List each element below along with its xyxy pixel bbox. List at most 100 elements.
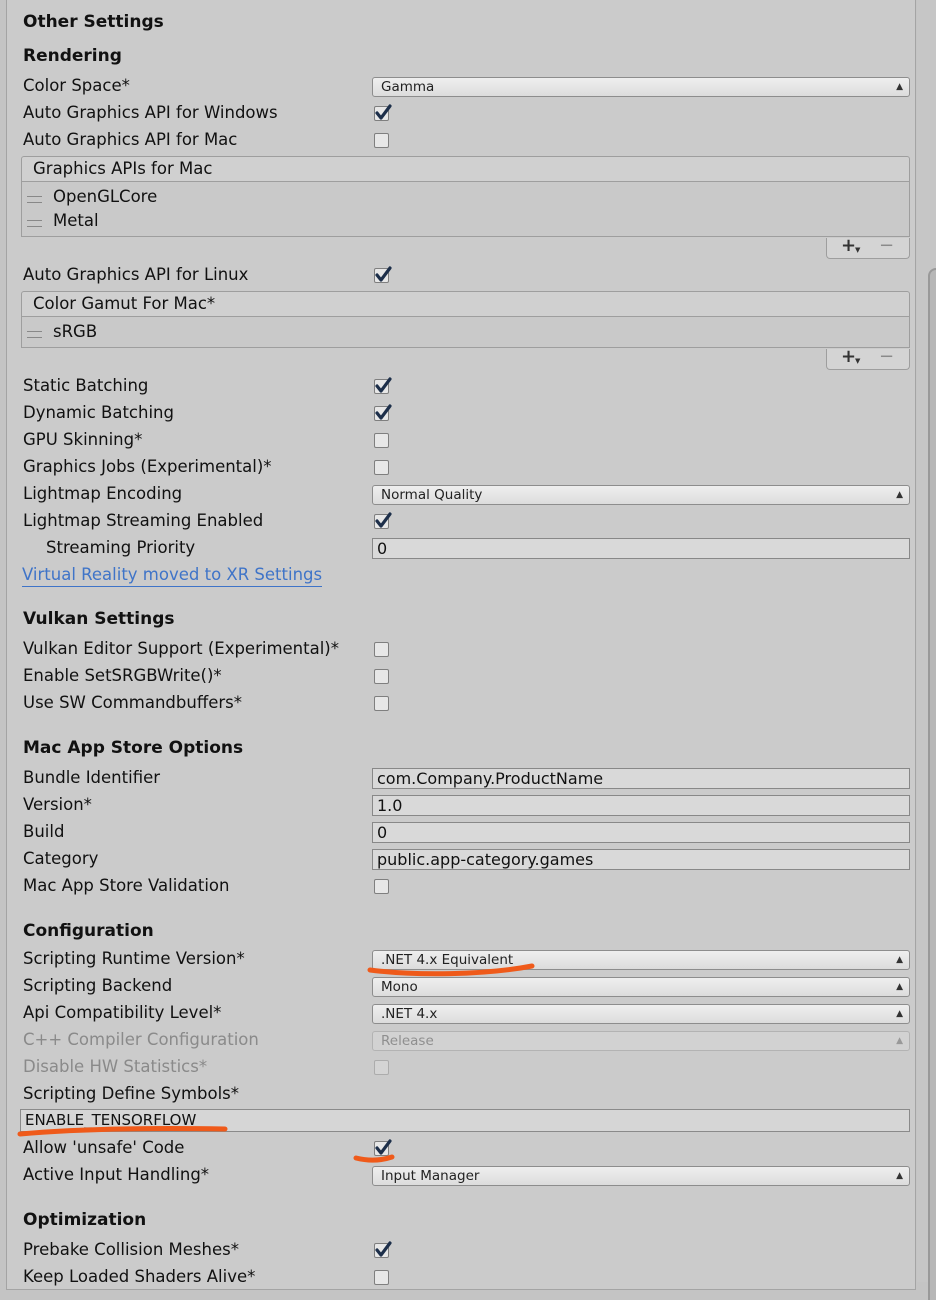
add-icon[interactable]: +: [841, 346, 856, 367]
auto-api-mac-label: Auto Graphics API for Mac: [23, 130, 238, 149]
dynamic-batching-checkbox[interactable]: [374, 404, 392, 421]
static-batching-label: Static Batching: [23, 376, 149, 395]
checkmark-icon: [375, 512, 392, 528]
mac-app-store-section-title: Mac App Store Options: [23, 738, 244, 758]
version-label: Version*: [23, 795, 92, 814]
vulkan-editor-support-label: Vulkan Editor Support (Experimental)*: [23, 639, 339, 658]
scripting-backend-value: Mono: [381, 979, 418, 995]
mac-app-store-validation-checkbox[interactable]: [374, 879, 389, 894]
remove-icon[interactable]: −: [879, 235, 894, 256]
dropdown-arrow-icon: ▲: [896, 982, 903, 992]
configuration-section-title: Configuration: [23, 921, 154, 941]
scripting-runtime-label: Scripting Runtime Version*: [23, 949, 245, 968]
auto-api-linux-checkbox[interactable]: [374, 266, 392, 283]
dropdown-arrow-icon: ▲: [896, 955, 903, 965]
chevron-down-icon: ▼: [855, 246, 861, 254]
streaming-priority-field[interactable]: 0: [372, 538, 910, 559]
graphics-apis-mac-header: Graphics APIs for Mac: [21, 156, 910, 182]
checkmark-icon: [375, 377, 392, 393]
prebake-collision-checkbox[interactable]: [374, 1241, 392, 1258]
list-item[interactable]: OpenGLCore: [53, 187, 157, 207]
other-settings-title: Other Settings: [23, 12, 164, 32]
gpu-skinning-checkbox[interactable]: [374, 433, 389, 448]
chevron-down-icon: ▼: [855, 357, 861, 365]
define-symbols-field[interactable]: ENABLE_TENSORFLOW: [20, 1109, 910, 1132]
disable-hw-stats-label: Disable HW Statistics*: [23, 1057, 208, 1076]
auto-api-mac-checkbox[interactable]: [374, 133, 389, 148]
checkmark-icon: [375, 404, 392, 420]
set-srgb-write-checkbox[interactable]: [374, 669, 389, 684]
scripting-runtime-dropdown[interactable]: .NET 4.x Equivalent ▲: [372, 950, 910, 970]
define-symbols-label: Scripting Define Symbols*: [23, 1084, 240, 1103]
scripting-backend-dropdown[interactable]: Mono ▲: [372, 977, 910, 997]
list-item[interactable]: sRGB: [53, 322, 97, 342]
graphics-jobs-checkbox[interactable]: [374, 460, 389, 475]
input-handling-value: Input Manager: [381, 1168, 480, 1184]
dropdown-arrow-icon: ▲: [896, 1171, 903, 1181]
vulkan-editor-support-checkbox[interactable]: [374, 642, 389, 657]
build-label: Build: [23, 822, 65, 841]
bundle-identifier-label: Bundle Identifier: [23, 768, 161, 787]
cpp-compiler-dropdown: Release ▲: [372, 1031, 910, 1051]
color-gamut-mac-list: [21, 317, 910, 348]
keep-shaders-checkbox[interactable]: [374, 1270, 389, 1285]
checkmark-icon: [375, 1139, 392, 1155]
auto-api-windows-checkbox[interactable]: [374, 104, 392, 121]
color-space-value: Gamma: [381, 79, 435, 95]
drag-handle-icon[interactable]: [27, 196, 42, 203]
input-handling-label: Active Input Handling*: [23, 1165, 210, 1184]
color-space-dropdown[interactable]: Gamma ▲: [372, 77, 910, 97]
gpu-skinning-label: GPU Skinning*: [23, 430, 143, 449]
optimization-section-title: Optimization: [23, 1210, 147, 1230]
checkmark-icon: [375, 104, 392, 120]
lightmap-encoding-value: Normal Quality: [381, 487, 483, 503]
bundle-identifier-field[interactable]: com.Company.ProductName: [372, 768, 910, 789]
static-batching-checkbox[interactable]: [374, 377, 392, 394]
list-item[interactable]: Metal: [53, 211, 99, 231]
lightmap-encoding-dropdown[interactable]: Normal Quality ▲: [372, 485, 910, 505]
api-compatibility-label: Api Compatibility Level*: [23, 1003, 222, 1022]
xr-settings-link[interactable]: Virtual Reality moved to XR Settings: [22, 565, 323, 587]
checkmark-icon: [375, 266, 392, 282]
prebake-collision-label: Prebake Collision Meshes*: [23, 1240, 239, 1259]
sw-commandbuffers-label: Use SW Commandbuffers*: [23, 693, 242, 712]
scrollbar-thumb[interactable]: [928, 268, 936, 1300]
color-gamut-mac-header: Color Gamut For Mac*: [21, 291, 910, 317]
cpp-compiler-label: C++ Compiler Configuration: [23, 1030, 259, 1049]
category-field[interactable]: public.app-category.games: [372, 849, 910, 870]
graphics-apis-mac-add-remove: + ▼ −: [826, 235, 910, 259]
checkmark-icon: [375, 1241, 392, 1257]
vulkan-section-title: Vulkan Settings: [23, 609, 175, 629]
allow-unsafe-checkbox[interactable]: [374, 1139, 392, 1156]
build-field[interactable]: 0: [372, 822, 910, 843]
color-space-label: Color Space*: [23, 76, 130, 95]
category-label: Category: [23, 849, 99, 868]
api-compatibility-dropdown[interactable]: .NET 4.x ▲: [372, 1004, 910, 1024]
api-compatibility-value: .NET 4.x: [381, 1006, 438, 1022]
sw-commandbuffers-checkbox[interactable]: [374, 696, 389, 711]
disable-hw-stats-checkbox: [374, 1060, 389, 1075]
dropdown-arrow-icon: ▲: [896, 490, 903, 500]
keep-shaders-label: Keep Loaded Shaders Alive*: [23, 1267, 256, 1286]
allow-unsafe-label: Allow 'unsafe' Code: [23, 1138, 185, 1157]
remove-icon[interactable]: −: [879, 346, 894, 367]
dropdown-arrow-icon: ▲: [896, 1009, 903, 1019]
auto-api-windows-label: Auto Graphics API for Windows: [23, 103, 278, 122]
lightmap-streaming-label: Lightmap Streaming Enabled: [23, 511, 264, 530]
auto-api-linux-label: Auto Graphics API for Linux: [23, 265, 249, 284]
lightmap-streaming-checkbox[interactable]: [374, 512, 392, 529]
lightmap-encoding-label: Lightmap Encoding: [23, 484, 183, 503]
cpp-compiler-value: Release: [381, 1033, 434, 1049]
drag-handle-icon[interactable]: [27, 331, 42, 338]
dropdown-arrow-icon: ▲: [896, 82, 903, 92]
dropdown-arrow-icon: ▲: [896, 1036, 903, 1046]
mac-app-store-validation-label: Mac App Store Validation: [23, 876, 230, 895]
color-gamut-mac-add-remove: + ▼ −: [826, 346, 910, 370]
drag-handle-icon[interactable]: [27, 220, 42, 227]
add-icon[interactable]: +: [841, 235, 856, 256]
scripting-runtime-value: .NET 4.x Equivalent: [381, 952, 514, 968]
scripting-backend-label: Scripting Backend: [23, 976, 173, 995]
graphics-jobs-label: Graphics Jobs (Experimental)*: [23, 457, 272, 476]
version-field[interactable]: 1.0: [372, 795, 910, 816]
input-handling-dropdown[interactable]: Input Manager ▲: [372, 1166, 910, 1186]
